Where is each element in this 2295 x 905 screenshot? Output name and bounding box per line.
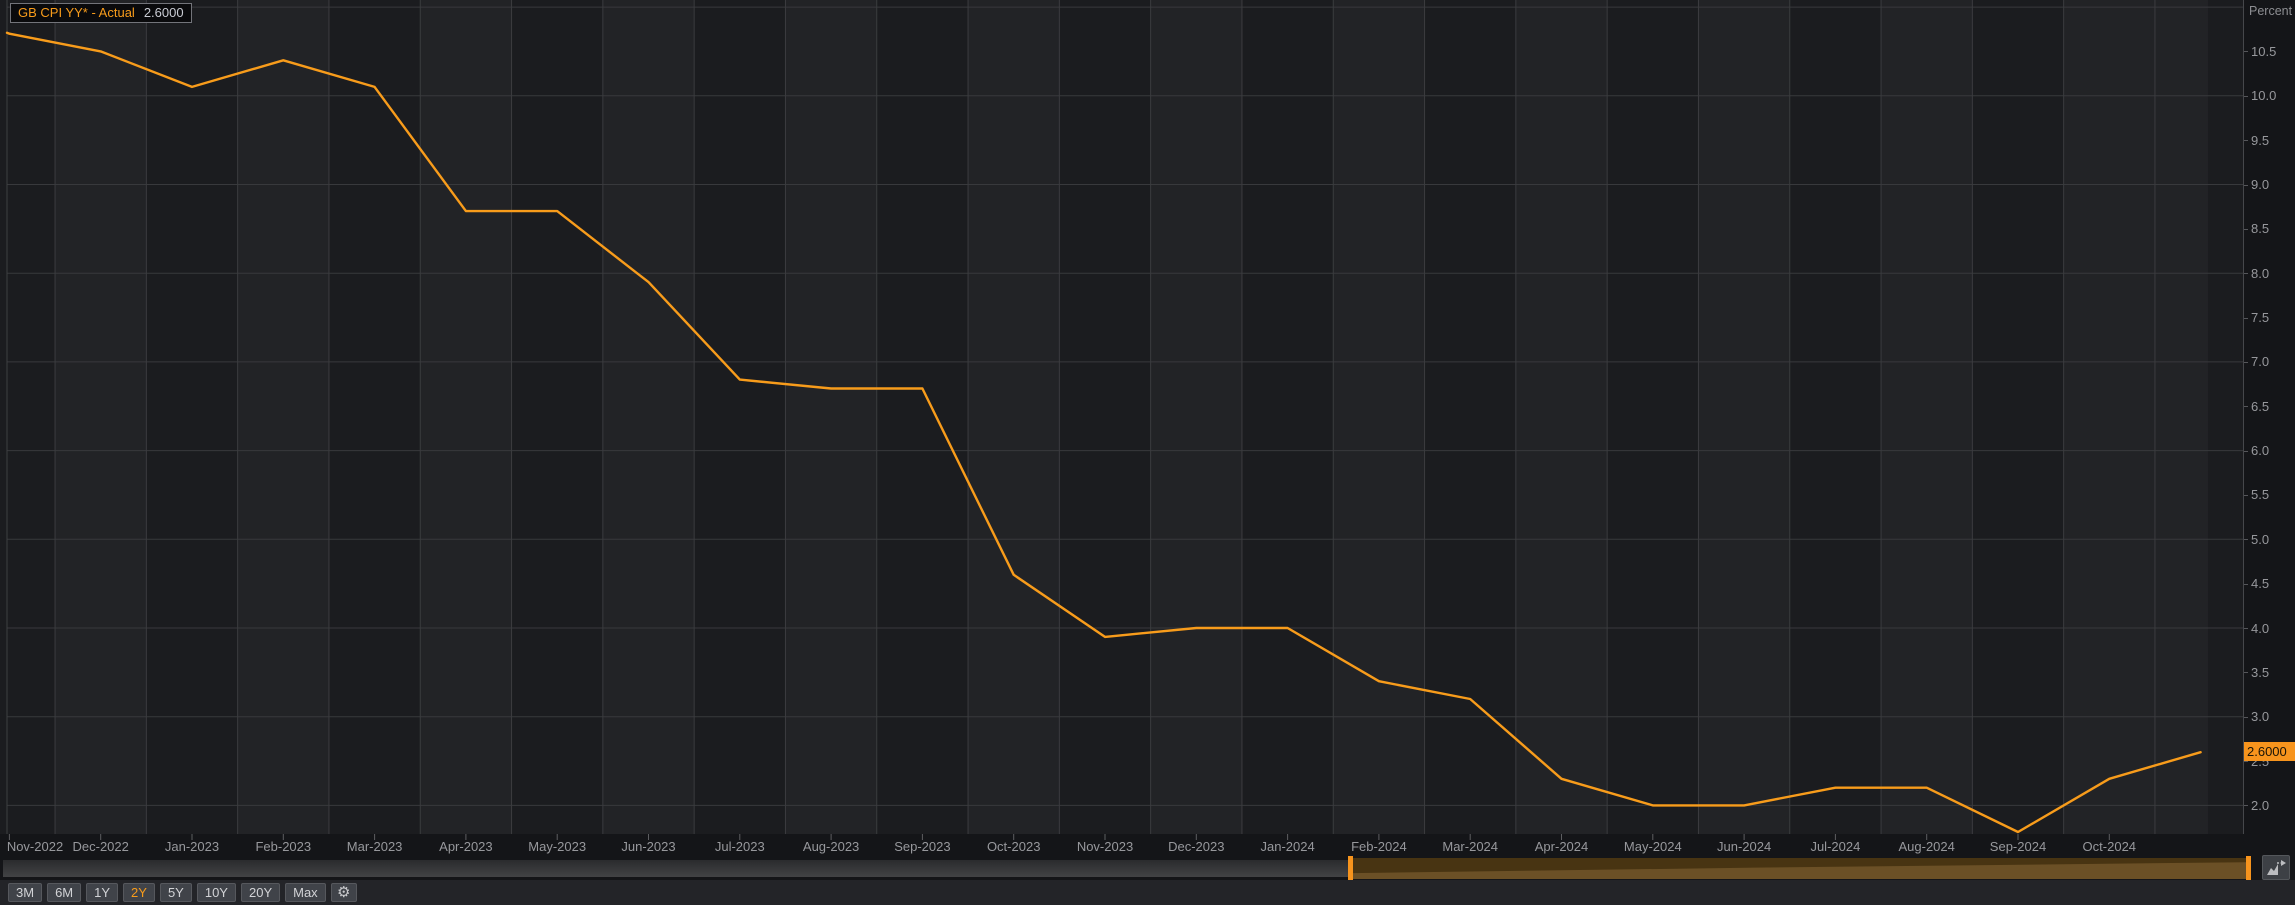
x-axis-label: Mar-2024 bbox=[1442, 839, 1498, 854]
chart-jump-arrow-icon bbox=[2266, 860, 2286, 876]
y-axis-tick bbox=[2244, 672, 2248, 673]
x-axis-label: Sep-2024 bbox=[1990, 839, 2046, 854]
legend-last-value: 2.6000 bbox=[144, 5, 184, 20]
x-axis-label: Aug-2023 bbox=[803, 839, 859, 854]
legend-series-label: GB CPI YY* - Actual bbox=[18, 5, 135, 20]
y-axis-tick bbox=[2244, 140, 2248, 141]
y-axis-label: 6.0 bbox=[2251, 443, 2269, 458]
y-axis-title: Percent bbox=[2249, 4, 2292, 18]
range-button-max[interactable]: Max bbox=[285, 883, 326, 902]
range-button-3m[interactable]: 3M bbox=[8, 883, 42, 902]
x-axis-label: Apr-2023 bbox=[439, 839, 492, 854]
y-axis-tick bbox=[2244, 51, 2248, 52]
y-axis-tick bbox=[2244, 805, 2248, 806]
x-axis-label: Dec-2023 bbox=[1168, 839, 1224, 854]
y-axis-label: 7.5 bbox=[2251, 310, 2269, 325]
x-axis-label: Jan-2024 bbox=[1260, 839, 1314, 854]
x-axis-label: Jun-2024 bbox=[1717, 839, 1771, 854]
y-axis-tick bbox=[2244, 318, 2248, 319]
navigator-track[interactable] bbox=[3, 860, 1348, 877]
x-axis-label: Jul-2023 bbox=[715, 839, 765, 854]
y-axis-tick bbox=[2244, 229, 2248, 230]
navigator-end-handle[interactable] bbox=[2246, 856, 2251, 881]
y-axis-tick bbox=[2244, 406, 2248, 407]
y-axis-tick bbox=[2244, 584, 2248, 585]
y-axis-label: 5.5 bbox=[2251, 487, 2269, 502]
y-axis-tick bbox=[2244, 185, 2248, 186]
price-line-chart bbox=[0, 0, 2244, 845]
x-axis-label: May-2023 bbox=[528, 839, 586, 854]
last-price-badge: 2.6000 bbox=[2244, 742, 2295, 761]
y-axis-tick bbox=[2244, 717, 2248, 718]
range-button-1y[interactable]: 1Y bbox=[86, 883, 118, 902]
range-button-20y[interactable]: 20Y bbox=[241, 883, 280, 902]
x-axis-label: Oct-2023 bbox=[987, 839, 1040, 854]
y-axis-label: 6.5 bbox=[2251, 399, 2269, 414]
x-axis-label: Aug-2024 bbox=[1898, 839, 1954, 854]
range-button-2y[interactable]: 2Y bbox=[123, 883, 155, 902]
navigator-preview-area bbox=[1353, 858, 2246, 879]
y-axis-tick bbox=[2244, 96, 2248, 97]
y-axis-label: 5.0 bbox=[2251, 532, 2269, 547]
gear-icon: ⚙ bbox=[337, 885, 350, 900]
y-axis-label: 9.5 bbox=[2251, 133, 2269, 148]
x-axis-label: Feb-2024 bbox=[1351, 839, 1407, 854]
y-axis-tick bbox=[2244, 539, 2248, 540]
y-axis-label: 3.0 bbox=[2251, 709, 2269, 724]
x-axis-label: Jun-2023 bbox=[621, 839, 675, 854]
y-axis-label: 4.0 bbox=[2251, 621, 2269, 636]
y-axis-label: 9.0 bbox=[2251, 177, 2269, 192]
x-axis-label: Feb-2023 bbox=[255, 839, 311, 854]
cpi-series-line bbox=[7, 33, 2201, 832]
x-axis-label: Dec-2022 bbox=[73, 839, 129, 854]
y-axis-label: 10.5 bbox=[2251, 44, 2276, 59]
x-axis-label: Nov-2023 bbox=[1077, 839, 1133, 854]
chart-plot-area[interactable]: GB CPI YY* - Actual 2.6000 bbox=[0, 0, 2244, 834]
settings-button[interactable]: ⚙ bbox=[331, 883, 357, 902]
range-button-group: 3M 6M 1Y 2Y 5Y 10Y 20Y Max bbox=[8, 883, 326, 902]
x-axis-label: Apr-2024 bbox=[1535, 839, 1588, 854]
range-button-10y[interactable]: 10Y bbox=[197, 883, 236, 902]
y-axis-label: 10.0 bbox=[2251, 88, 2276, 103]
x-axis-label: May-2024 bbox=[1624, 839, 1682, 854]
y-axis-tick bbox=[2244, 451, 2248, 452]
navigator-selected-range[interactable] bbox=[1353, 858, 2246, 879]
y-axis-tick bbox=[2244, 495, 2248, 496]
x-axis-label: Mar-2023 bbox=[347, 839, 403, 854]
range-button-5y[interactable]: 5Y bbox=[160, 883, 192, 902]
y-axis-tick bbox=[2244, 362, 2248, 363]
y-axis-label: 8.5 bbox=[2251, 221, 2269, 236]
price-chart-app: GB CPI YY* - Actual 2.6000 Nov-2022 Dec-20… bbox=[0, 0, 2295, 905]
jump-to-latest-button[interactable] bbox=[2262, 855, 2290, 880]
y-axis-label: 2.0 bbox=[2251, 798, 2269, 813]
range-button-6m[interactable]: 6M bbox=[47, 883, 81, 902]
x-axis-label: Oct-2024 bbox=[2083, 839, 2136, 854]
y-axis-label: 4.5 bbox=[2251, 576, 2269, 591]
range-toolbar: 3M 6M 1Y 2Y 5Y 10Y 20Y Max ⚙ bbox=[0, 880, 2295, 905]
x-axis-label: Jul-2024 bbox=[1810, 839, 1860, 854]
legend-box[interactable]: GB CPI YY* - Actual 2.6000 bbox=[10, 3, 192, 23]
y-axis-tick bbox=[2244, 273, 2248, 274]
y-axis-label: 8.0 bbox=[2251, 266, 2269, 281]
y-axis-label: 3.5 bbox=[2251, 665, 2269, 680]
y-axis-tick bbox=[2244, 628, 2248, 629]
x-axis-label: Jan-2023 bbox=[165, 839, 219, 854]
x-axis-label: Nov-2022 bbox=[7, 839, 63, 854]
y-axis-label: 7.0 bbox=[2251, 354, 2269, 369]
x-axis-label: Sep-2023 bbox=[894, 839, 950, 854]
y-axis-line bbox=[2243, 0, 2244, 834]
